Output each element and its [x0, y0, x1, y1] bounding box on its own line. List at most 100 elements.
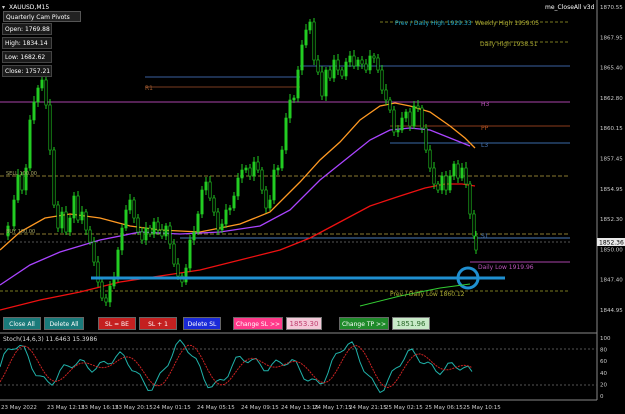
- stoch-signal-line: [0, 344, 473, 389]
- candle-body: [80, 211, 84, 221]
- weekly-high-label: Weekly High 1959.05: [475, 20, 539, 27]
- time-axis-label: 24 May 01:15: [153, 405, 191, 411]
- candle-body: [128, 199, 132, 211]
- r1-label: R1: [145, 85, 153, 92]
- change-tp-value[interactable]: 1851.96: [392, 317, 430, 330]
- candle-body: [300, 44, 304, 71]
- candle-body: [212, 197, 216, 213]
- candle-body: [420, 107, 424, 129]
- symbol-timeframe-label: XAUUSD,M15: [9, 4, 49, 11]
- candlesticks: [6, 18, 478, 307]
- daily-low-label: Daily Low 1919.96: [478, 264, 534, 271]
- price-axis-label: 1867.95: [600, 35, 623, 41]
- candle-body: [272, 169, 276, 201]
- candle-body: [220, 223, 224, 231]
- candle-body: [244, 167, 248, 171]
- candle-body: [140, 231, 144, 241]
- price-axis-label: 1850.00: [600, 247, 623, 253]
- h3-label: H3: [481, 101, 490, 108]
- candle-body: [456, 163, 460, 179]
- sell-limit-label: SELL 100.00: [6, 171, 37, 177]
- candle-body: [448, 175, 452, 191]
- candle-body: [20, 174, 24, 191]
- change-sl-value[interactable]: 1853.30: [286, 317, 322, 330]
- candle-body: [152, 221, 156, 235]
- candle-body: [256, 161, 260, 171]
- info-low: Low: 1682.62: [2, 51, 52, 63]
- stoch-axis-label: 80: [600, 348, 607, 354]
- candle-body: [396, 129, 400, 133]
- sl-plus-button[interactable]: SL + 1: [139, 317, 177, 330]
- chart-canvas[interactable]: 1870.55 1867.95 1865.40 1862.80 1860.15 1857.…: [0, 0, 625, 414]
- candle-body: [384, 89, 388, 101]
- price-axis-label: 1854.95: [600, 187, 623, 193]
- candle-body: [176, 263, 180, 277]
- candle-body: [280, 149, 284, 169]
- stoch-axis-label: 20: [600, 382, 607, 388]
- change-tp-button[interactable]: Change TP >>: [339, 317, 389, 330]
- price-axis-label: 1865.40: [600, 66, 623, 72]
- candle-body: [372, 55, 376, 59]
- candle-body: [324, 69, 328, 97]
- candle-body: [392, 109, 396, 133]
- price-axis-label: 1847.40: [600, 278, 623, 284]
- sl-be-button[interactable]: SL = BE: [98, 317, 136, 330]
- candle-body: [428, 149, 432, 169]
- time-axis-label: 23 May 16:15: [81, 405, 119, 411]
- candle-body: [368, 55, 372, 71]
- candle-body: [304, 29, 308, 46]
- candle-body: [468, 183, 472, 215]
- candle-body: [440, 175, 444, 191]
- candle-body: [48, 104, 52, 151]
- candle-body: [164, 225, 168, 237]
- prev-daily-low-label: Prev / Daily Low 1860.12: [390, 291, 465, 298]
- candle-body: [268, 199, 272, 209]
- candle-body: [332, 59, 336, 79]
- candle-body: [400, 117, 404, 131]
- candle-body: [460, 167, 464, 179]
- candle-body: [92, 241, 96, 263]
- candle-body: [208, 181, 212, 199]
- delete-all-button[interactable]: Delete All: [44, 317, 84, 330]
- candle-body: [68, 217, 72, 233]
- ea-label: me_CloseAll v3d: [545, 4, 595, 11]
- time-axis-label: 24 May 17:15: [314, 405, 352, 411]
- candle-body: [168, 225, 172, 245]
- current-price-tag: 1852.36: [599, 240, 624, 247]
- candle-body: [64, 211, 68, 233]
- candle-body: [376, 57, 380, 71]
- candle-body: [404, 111, 408, 119]
- time-axis-label: 24 May 21:15: [349, 405, 387, 411]
- candle-body: [56, 204, 60, 229]
- time-axis-label: 24 May 09:15: [241, 405, 279, 411]
- candle-body: [360, 59, 364, 65]
- candle-body: [108, 285, 112, 303]
- candle-body: [228, 207, 232, 211]
- candle-body: [364, 63, 368, 71]
- candle-body: [292, 97, 296, 101]
- candle-body: [296, 69, 300, 99]
- candle-body: [124, 209, 128, 229]
- candle-body: [452, 163, 456, 177]
- symbol-dropdown-icon[interactable]: ▾: [2, 4, 5, 11]
- time-axis-label: 25 May 10:15: [463, 405, 501, 411]
- candle-body: [264, 189, 268, 209]
- candle-body: [196, 213, 200, 233]
- delete-sl-button[interactable]: Delete SL: [183, 317, 221, 330]
- candle-body: [276, 167, 280, 171]
- time-axis-label: 25 May 02:15: [385, 405, 423, 411]
- candle-body: [28, 119, 32, 169]
- stoch-label: Stoch(14,6,3) 11.6463 15.3986: [3, 336, 97, 343]
- time-axis: 23 May 2022 23 May 12:1523 May 16:1523 Ma…: [1, 405, 501, 411]
- change-sl-button[interactable]: Change SL >>: [233, 317, 283, 330]
- candle-body: [172, 243, 176, 265]
- candle-body: [120, 227, 124, 251]
- candle-body: [412, 105, 416, 127]
- close-all-button[interactable]: Close All: [3, 317, 41, 330]
- candle-body: [16, 174, 20, 201]
- price-axis-label: 1844.95: [600, 308, 623, 314]
- candle-body: [380, 69, 384, 91]
- candle-body: [200, 189, 204, 215]
- candle-body: [224, 209, 228, 225]
- stoch-axis-label: 40: [600, 371, 607, 377]
